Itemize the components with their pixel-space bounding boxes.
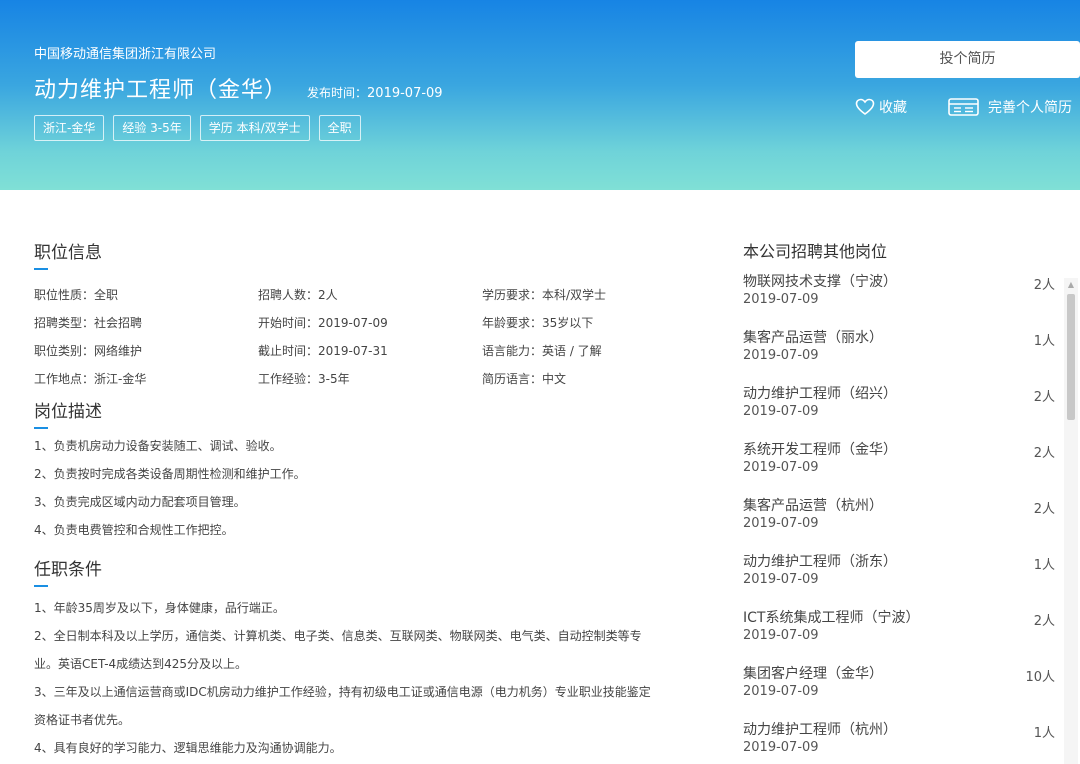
complete-resume-label: 完善个人简历 (988, 100, 1072, 116)
section-title-description: 岗位描述 (34, 397, 102, 429)
position-date: 2019-07-09 (743, 348, 819, 363)
favorite-button[interactable]: 收藏 (855, 97, 907, 117)
info-cell-age: 年龄要求：35岁以下 (482, 315, 594, 330)
description-line: 2、负责按时完成各类设备周期性检测和维护工作。 (34, 467, 306, 481)
requirement-line: 4、具有良好的学习能力、逻辑思维能力及沟通协调能力。 (34, 741, 342, 755)
position-count: 2人 (1033, 446, 1055, 461)
publish-label: 发布时间： (307, 86, 368, 100)
position-date: 2019-07-09 (743, 628, 819, 643)
info-row: 职位性质：全职 招聘人数：2人 学历要求：本科/双学士 (34, 280, 714, 308)
tag-job-type: 全职 (318, 115, 361, 141)
apply-resume-button[interactable]: 投个简历 (855, 41, 1080, 78)
position-name[interactable]: 动力维护工程师（杭州） (743, 720, 1055, 740)
chevron-up-icon[interactable]: ▲ (1064, 278, 1078, 292)
info-cell-end-date: 截止时间：2019-07-31 (258, 343, 388, 358)
position-item[interactable]: 系统开发工程师（金华） 2019-07-09 2人 (743, 440, 1055, 496)
section-title-job-info: 职位信息 (34, 238, 102, 270)
position-name[interactable]: 系统开发工程师（金华） (743, 440, 1055, 460)
position-name[interactable]: 物联网技术支撑（宁波） (743, 272, 1055, 292)
position-date: 2019-07-09 (743, 740, 819, 755)
sidebar-scrollbar[interactable]: ▲ (1064, 278, 1078, 764)
favorite-label: 收藏 (879, 100, 907, 116)
position-item[interactable]: 集客产品运营（杭州） 2019-07-09 2人 (743, 496, 1055, 552)
job-info-grid: 职位性质：全职 招聘人数：2人 学历要求：本科/双学士 招聘类型：社会招聘 开始… (34, 280, 714, 392)
position-name[interactable]: ICT系统集成工程师（宁波） (743, 608, 1055, 628)
company-name: 中国移动通信集团浙江有限公司 (34, 47, 217, 62)
job-tags: 浙江-金华 经验 3-5年 学历 本科/双学士 全职 (34, 115, 361, 141)
scrollbar-thumb[interactable] (1067, 294, 1075, 420)
info-cell-resume-language: 简历语言：中文 (482, 371, 567, 386)
position-count: 2人 (1033, 278, 1055, 293)
description-line: 1、负责机房动力设备安装随工、调试、验收。 (34, 439, 282, 453)
requirement-line: 业。英语CET-4成绩达到425分及以上。 (34, 657, 248, 671)
info-cell-start-date: 开始时间：2019-07-09 (258, 315, 388, 330)
position-date: 2019-07-09 (743, 516, 819, 531)
requirements-list: 1、年龄35周岁及以下，身体健康，品行端正。 2、全日制本科及以上学历，通信类、… (34, 594, 714, 762)
info-row: 招聘类型：社会招聘 开始时间：2019-07-09 年龄要求：35岁以下 (34, 308, 714, 336)
position-count: 10人 (1025, 670, 1055, 685)
info-cell-recruit-type: 招聘类型：社会招聘 (34, 315, 143, 330)
requirement-line: 2、全日制本科及以上学历，通信类、计算机类、电子类、信息类、互联网类、物联网类、… (34, 629, 642, 643)
position-item[interactable]: 集客产品运营（丽水） 2019-07-09 1人 (743, 328, 1055, 384)
position-name[interactable]: 动力维护工程师（浙东） (743, 552, 1055, 572)
requirement-line: 1、年龄35周岁及以下，身体健康，品行端正。 (34, 601, 285, 615)
tag-experience: 经验 3-5年 (113, 115, 191, 141)
resume-card-icon (948, 98, 979, 116)
description-line: 4、负责电费管控和合规性工作把控。 (34, 523, 234, 537)
position-item[interactable]: ICT系统集成工程师（宁波） 2019-07-09 2人 (743, 608, 1055, 664)
position-count: 2人 (1033, 502, 1055, 517)
position-name[interactable]: 集客产品运营（丽水） (743, 328, 1055, 348)
info-cell-category: 职位类别：网络维护 (34, 343, 143, 358)
position-item[interactable]: 动力维护工程师（浙东） 2019-07-09 1人 (743, 552, 1055, 608)
job-title: 动力维护工程师（金华） (34, 78, 288, 103)
other-positions-title: 本公司招聘其他岗位 (743, 242, 888, 261)
position-item[interactable]: 动力维护工程师（杭州） 2019-07-09 1人 (743, 720, 1055, 764)
description-list: 1、负责机房动力设备安装随工、调试、验收。 2、负责按时完成各类设备周期性检测和… (34, 432, 306, 544)
position-count: 1人 (1033, 726, 1055, 741)
info-cell-headcount: 招聘人数：2人 (258, 287, 338, 302)
position-date: 2019-07-09 (743, 684, 819, 699)
tag-education: 学历 本科/双学士 (199, 115, 310, 141)
info-row: 职位类别：网络维护 截止时间：2019-07-31 语言能力：英语 / 了解 (34, 336, 714, 364)
info-cell-experience: 工作经验：3-5年 (258, 371, 350, 386)
publish-date: 2019-07-09 (367, 86, 443, 101)
position-date: 2019-07-09 (743, 572, 819, 587)
info-cell-language: 语言能力：英语 / 了解 (482, 343, 602, 358)
description-line: 3、负责完成区域内动力配套项目管理。 (34, 495, 246, 509)
tag-location: 浙江-金华 (34, 115, 105, 141)
requirement-line: 3、三年及以上通信运营商或IDC机房动力维护工作经验，持有初级电工证或通信电源（… (34, 685, 651, 699)
position-name[interactable]: 集客产品运营（杭州） (743, 496, 1055, 516)
position-item[interactable]: 物联网技术支撑（宁波） 2019-07-09 2人 (743, 272, 1055, 328)
position-date: 2019-07-09 (743, 460, 819, 475)
heart-icon (855, 98, 875, 115)
title-row: 动力维护工程师（金华） 发布时间： 2019-07-09 (34, 72, 443, 104)
position-item[interactable]: 集团客户经理（金华） 2019-07-09 10人 (743, 664, 1055, 720)
complete-resume-link[interactable]: 完善个人简历 (948, 97, 1072, 117)
info-cell-location: 工作地点：浙江-金华 (34, 371, 147, 386)
position-date: 2019-07-09 (743, 292, 819, 307)
other-positions-list: 物联网技术支撑（宁波） 2019-07-09 2人 集客产品运营（丽水） 201… (743, 272, 1055, 764)
section-title-requirements: 任职条件 (34, 555, 102, 587)
position-date: 2019-07-09 (743, 404, 819, 419)
position-name[interactable]: 动力维护工程师（绍兴） (743, 384, 1055, 404)
info-cell-job-nature: 职位性质：全职 (34, 287, 119, 302)
info-cell-education: 学历要求：本科/双学士 (482, 287, 607, 302)
position-count: 1人 (1033, 334, 1055, 349)
info-row: 工作地点：浙江-金华 工作经验：3-5年 简历语言：中文 (34, 364, 714, 392)
position-count: 2人 (1033, 390, 1055, 405)
position-name[interactable]: 集团客户经理（金华） (743, 664, 1055, 684)
position-count: 2人 (1033, 614, 1055, 629)
position-count: 1人 (1033, 558, 1055, 573)
requirement-line: 资格证书者优先。 (34, 713, 131, 727)
position-item[interactable]: 动力维护工程师（绍兴） 2019-07-09 2人 (743, 384, 1055, 440)
job-header-banner: 中国移动通信集团浙江有限公司 动力维护工程师（金华） 发布时间： 2019-07… (0, 0, 1080, 190)
